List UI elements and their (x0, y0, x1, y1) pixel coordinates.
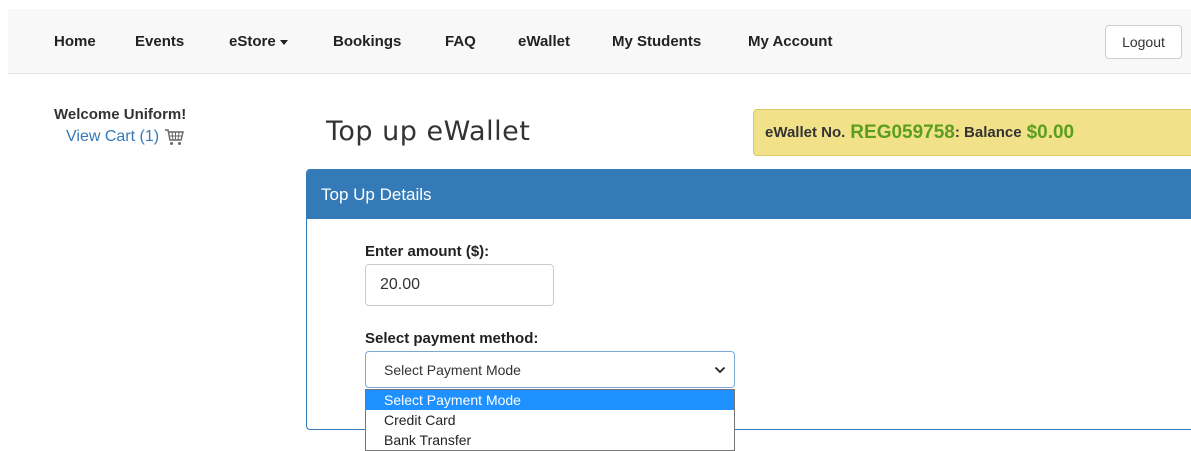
caret-down-icon (279, 39, 288, 45)
nav-home[interactable]: Home (54, 33, 96, 50)
top-navbar: Home Events eStore Bookings FAQ eWallet … (8, 9, 1191, 74)
page-title: Top up eWallet (326, 116, 531, 147)
nav-estore[interactable]: eStore (229, 33, 288, 50)
view-cart-link[interactable]: View Cart (1) (66, 128, 185, 146)
logout-button[interactable]: Logout (1105, 25, 1182, 59)
nav-ewallet[interactable]: eWallet (518, 33, 570, 50)
payment-method-dropdown: Select Payment Mode Credit Card Bank Tra… (365, 389, 735, 451)
wallet-balance-banner: eWallet No. REG059758 : Balance $0.00 (753, 109, 1191, 156)
nav-my-account[interactable]: My Account (748, 33, 832, 50)
wallet-number: REG059758 (850, 121, 955, 143)
nav-events[interactable]: Events (135, 33, 184, 50)
nav-my-students[interactable]: My Students (612, 33, 701, 50)
nav-estore-label: eStore (229, 33, 276, 50)
nav-bookings[interactable]: Bookings (333, 33, 401, 50)
chevron-down-icon (714, 366, 726, 373)
view-cart-label: View Cart (1) (66, 128, 160, 145)
wallet-balance-label: : Balance (954, 124, 1022, 141)
wallet-balance: $0.00 (1026, 121, 1075, 143)
wallet-number-label: eWallet No. (765, 124, 846, 141)
shopping-cart-icon (165, 129, 184, 145)
nav-faq[interactable]: FAQ (445, 33, 476, 50)
option-credit-card[interactable]: Credit Card (366, 410, 734, 430)
welcome-text: Welcome Uniform! (54, 106, 187, 123)
amount-input[interactable] (365, 264, 554, 306)
option-select-payment-mode[interactable]: Select Payment Mode (366, 390, 734, 410)
panel-heading: Top Up Details (307, 170, 1191, 219)
option-bank-transfer[interactable]: Bank Transfer (366, 430, 734, 450)
payment-method-select[interactable]: Select Payment Mode (365, 351, 735, 388)
amount-label: Enter amount ($): (365, 243, 490, 260)
payment-method-selected: Select Payment Mode (384, 361, 521, 378)
payment-method-label: Select payment method: (365, 330, 539, 347)
